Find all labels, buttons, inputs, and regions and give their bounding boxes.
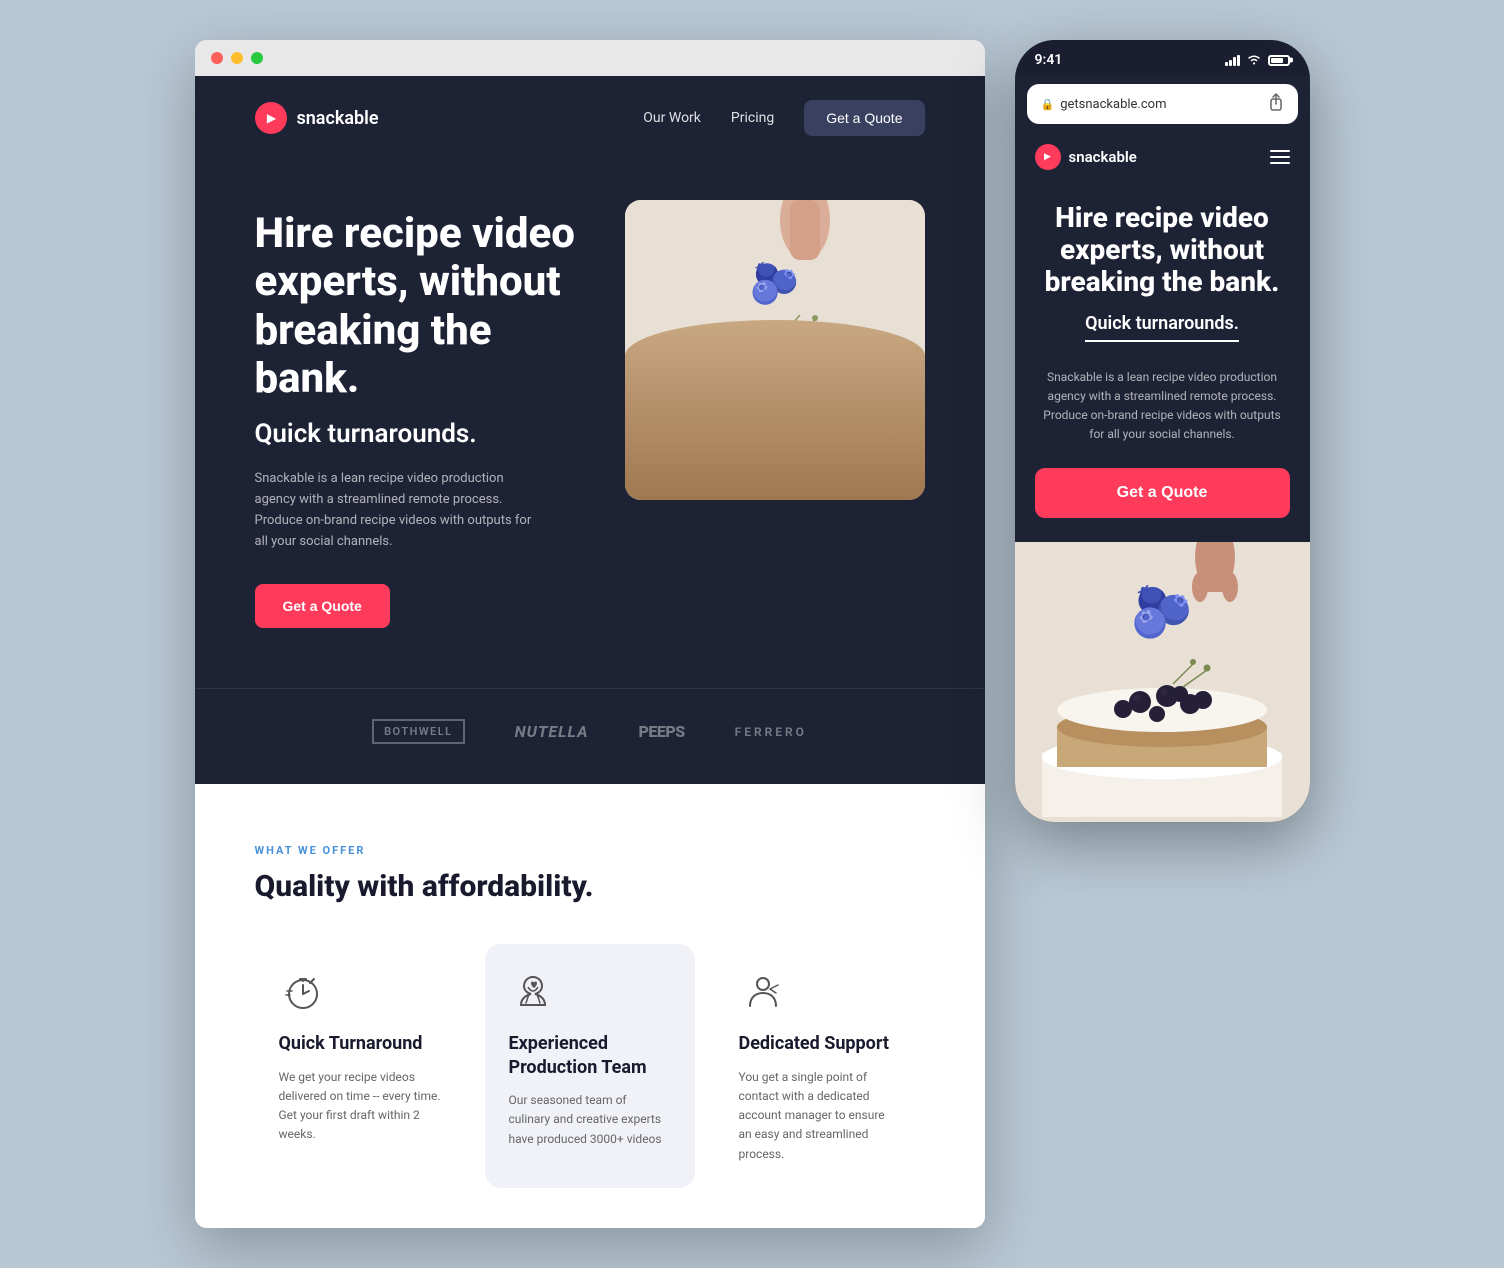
card-title-team: Experienced Production Team bbox=[509, 1032, 671, 1079]
address-url: getsnackable.com bbox=[1060, 97, 1166, 112]
hero-title: Hire recipe video experts, without break… bbox=[255, 210, 585, 403]
desktop-nav: snackable Our Work Pricing Get a Quote bbox=[195, 76, 985, 160]
section-title: Quality with affordability. bbox=[255, 869, 925, 904]
card-desc-support: You get a single point of contact with a… bbox=[739, 1068, 901, 1164]
phone-logo-icon: ▶ bbox=[1035, 144, 1061, 170]
brand-peeps: Peeps bbox=[639, 722, 685, 741]
address-bar-content: 🔒 getsnackable.com bbox=[1041, 97, 1167, 112]
phone-time: 9:41 bbox=[1035, 52, 1063, 68]
hamburger-line-3 bbox=[1270, 162, 1290, 164]
hamburger-line-1 bbox=[1270, 150, 1290, 152]
hero-cta-button[interactable]: Get a Quote bbox=[255, 584, 390, 628]
card-title-quick: Quick Turnaround bbox=[279, 1032, 441, 1055]
logo: snackable bbox=[255, 102, 379, 134]
browser-dot-close[interactable] bbox=[211, 52, 223, 64]
hero-section: snackable Our Work Pricing Get a Quote H… bbox=[195, 76, 985, 784]
nav-link-work[interactable]: Our Work bbox=[643, 110, 701, 126]
phone-cta-button[interactable]: Get a Quote bbox=[1035, 468, 1290, 518]
card-dedicated-support: Dedicated Support You get a single point… bbox=[715, 944, 925, 1187]
logo-text: snackable bbox=[297, 108, 379, 129]
battery-fill bbox=[1271, 58, 1284, 63]
desktop-browser: snackable Our Work Pricing Get a Quote H… bbox=[195, 40, 985, 1228]
phone-status-bar: 9:41 bbox=[1015, 40, 1310, 76]
hero-description: Snackable is a lean recipe video product… bbox=[255, 469, 535, 552]
phone-address-bar[interactable]: 🔒 getsnackable.com bbox=[1027, 84, 1298, 124]
phone-hero-subtitle: Quick turnarounds. bbox=[1085, 313, 1239, 342]
signal-bar-1 bbox=[1225, 62, 1228, 66]
card-desc-team: Our seasoned team of culinary and creati… bbox=[509, 1091, 671, 1149]
phone-hero-text: Hire recipe video experts, without break… bbox=[1015, 182, 1310, 542]
hamburger-line-2 bbox=[1270, 156, 1290, 158]
card-production-team: Experienced Production Team Our seasoned… bbox=[485, 944, 695, 1187]
brand-ferrero: FERRERO bbox=[735, 725, 807, 739]
phone-logo-text: snackable bbox=[1069, 148, 1137, 166]
phone-hero-title: Hire recipe video experts, without break… bbox=[1035, 202, 1290, 299]
mobile-phone: 9:41 🔒 getsnacka bbox=[1015, 40, 1310, 822]
brand-nutella: nutella bbox=[515, 722, 589, 741]
quick-turnaround-icon bbox=[279, 968, 327, 1016]
phone-subtitle-wrap: Quick turnarounds. bbox=[1035, 313, 1290, 350]
battery-icon bbox=[1268, 55, 1290, 66]
cake-visual bbox=[625, 200, 925, 500]
card-desc-quick: We get your recipe videos delivered on t… bbox=[279, 1068, 441, 1145]
services-cards: Quick Turnaround We get your recipe vide… bbox=[255, 944, 925, 1187]
browser-titlebar bbox=[195, 40, 985, 76]
share-icon[interactable] bbox=[1268, 93, 1284, 115]
hamburger-menu-button[interactable] bbox=[1270, 150, 1290, 164]
card-title-support: Dedicated Support bbox=[739, 1032, 901, 1055]
card-quick-turnaround: Quick Turnaround We get your recipe vide… bbox=[255, 944, 465, 1187]
nav-cta-button[interactable]: Get a Quote bbox=[804, 100, 924, 136]
logo-icon bbox=[255, 102, 287, 134]
lock-icon: 🔒 bbox=[1041, 98, 1055, 111]
wifi-icon bbox=[1246, 53, 1262, 68]
services-section: WHAT WE OFFER Quality with affordability… bbox=[195, 784, 985, 1227]
nav-link-pricing[interactable]: Pricing bbox=[731, 110, 774, 126]
hero-text: Hire recipe video experts, without break… bbox=[255, 200, 585, 628]
brand-bothwell: BOTHWELL bbox=[372, 719, 465, 744]
phone-hero-description: Snackable is a lean recipe video product… bbox=[1035, 368, 1290, 445]
browser-dot-maximize[interactable] bbox=[251, 52, 263, 64]
signal-bar-2 bbox=[1229, 60, 1232, 66]
phone-status-icons bbox=[1225, 53, 1290, 68]
phone-logo: ▶ snackable bbox=[1035, 144, 1137, 170]
section-label: WHAT WE OFFER bbox=[255, 844, 925, 857]
signal-bars-icon bbox=[1225, 54, 1240, 66]
dedicated-support-icon bbox=[739, 968, 787, 1016]
signal-bar-4 bbox=[1237, 55, 1240, 66]
browser-dot-minimize[interactable] bbox=[231, 52, 243, 64]
brands-section: BOTHWELL nutella Peeps FERRERO bbox=[195, 688, 985, 784]
hero-subtitle: Quick turnarounds. bbox=[255, 419, 585, 449]
hero-content: Hire recipe video experts, without break… bbox=[195, 160, 985, 688]
hero-cake-image bbox=[625, 200, 925, 500]
production-team-icon bbox=[509, 968, 557, 1016]
phone-nav: ▶ snackable bbox=[1015, 132, 1310, 182]
nav-links: Our Work Pricing Get a Quote bbox=[643, 100, 924, 136]
phone-cake-image bbox=[1015, 542, 1310, 822]
signal-bar-3 bbox=[1233, 57, 1236, 66]
